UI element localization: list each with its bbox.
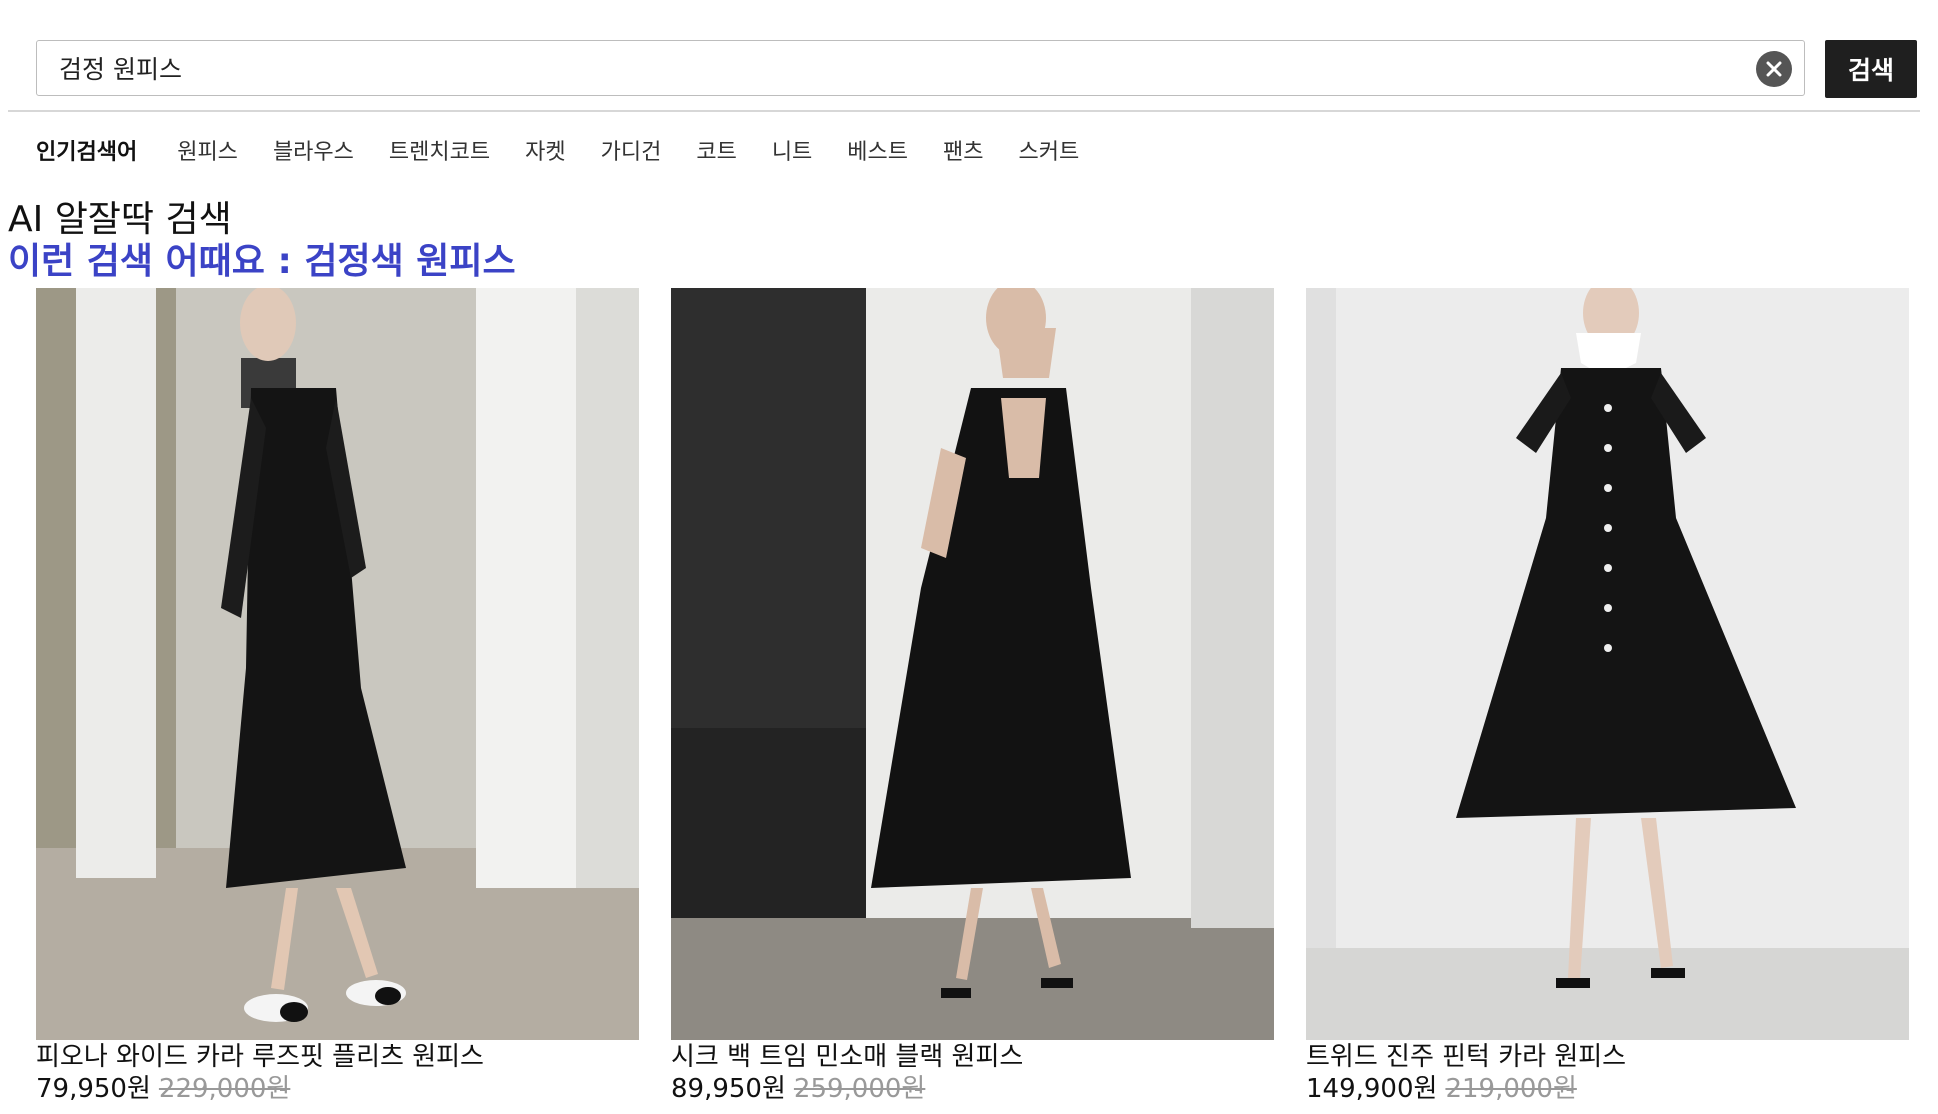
sale-price: 79,950원 <box>36 1074 151 1104</box>
sale-price: 89,950원 <box>671 1074 786 1104</box>
popular-keywords: 인기검색어 원피스 블라우스 트렌치코트 자켓 가디건 코트 니트 베스트 팬츠… <box>36 132 1114 168</box>
search-button[interactable]: 검색 <box>1825 40 1917 98</box>
product-card[interactable]: 트위드 진주 핀턱 카라 원피스 149,900원 219,000원 <box>1306 288 1909 1104</box>
original-price: 229,000원 <box>158 1074 291 1104</box>
product-card[interactable]: 시크 백 트임 민소매 블랙 원피스 89,950원 259,000원 <box>671 288 1274 1104</box>
keyword-item[interactable]: 팬츠 <box>943 134 983 166</box>
product-image[interactable] <box>1306 288 1909 1040</box>
keyword-item[interactable]: 스커트 <box>1019 134 1080 166</box>
keyword-item[interactable]: 트렌치코트 <box>389 134 490 166</box>
divider <box>8 110 1920 112</box>
keyword-item[interactable]: 코트 <box>696 134 736 166</box>
keyword-item[interactable]: 블라우스 <box>273 134 354 166</box>
original-price: 219,000원 <box>1445 1074 1577 1104</box>
original-price: 259,000원 <box>793 1074 926 1104</box>
popular-keywords-label: 인기검색어 <box>36 140 138 165</box>
sale-price: 149,900원 <box>1306 1074 1438 1104</box>
keyword-item[interactable]: 자켓 <box>525 134 565 166</box>
search-bar <box>36 40 1805 96</box>
search-input[interactable] <box>59 41 1739 95</box>
keyword-item[interactable]: 원피스 <box>177 134 238 166</box>
product-image[interactable] <box>671 288 1274 1040</box>
product-image[interactable] <box>36 288 639 1040</box>
close-icon <box>1766 61 1782 77</box>
keyword-item[interactable]: 가디건 <box>601 134 662 166</box>
keyword-item[interactable]: 니트 <box>772 134 812 166</box>
product-price: 89,950원 259,000원 <box>671 1072 925 1106</box>
product-name[interactable]: 트위드 진주 핀턱 카라 원피스 <box>1306 1040 1626 1074</box>
keyword-item[interactable]: 베스트 <box>847 134 908 166</box>
product-price: 149,900원 219,000원 <box>1306 1072 1577 1106</box>
product-name[interactable]: 시크 백 트임 민소매 블랙 원피스 <box>671 1040 1023 1074</box>
product-card[interactable]: 피오나 와이드 카라 루즈핏 플리츠 원피스 79,950원 229,000원 <box>36 288 639 1104</box>
product-name[interactable]: 피오나 와이드 카라 루즈핏 플리츠 원피스 <box>36 1040 484 1074</box>
product-price: 79,950원 229,000원 <box>36 1072 290 1106</box>
ai-search-suggestion[interactable]: 이런 검색 어때요 : 검정색 원피스 <box>8 232 516 284</box>
clear-search-button[interactable] <box>1756 51 1792 87</box>
